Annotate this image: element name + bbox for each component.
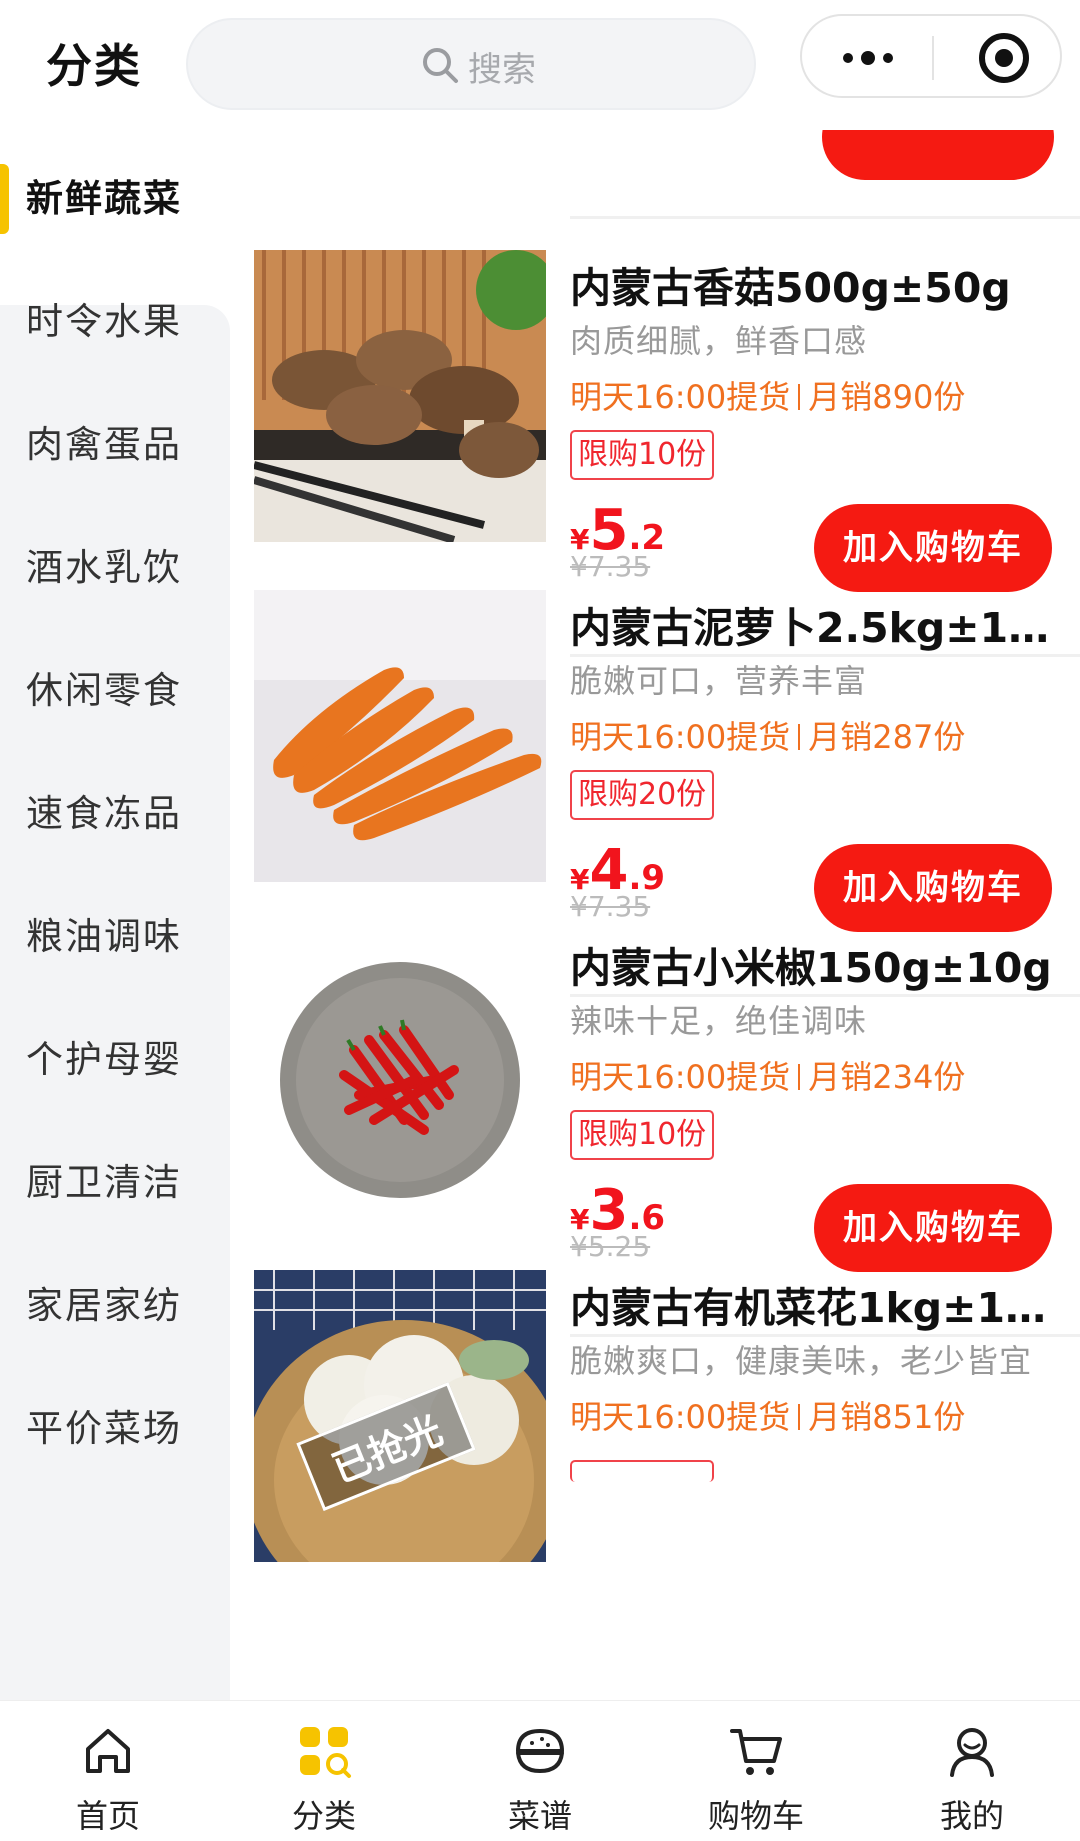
- cart-icon: [730, 1729, 782, 1775]
- meta-divider: [798, 384, 801, 410]
- product-description: 脆嫩可口，营养丰富: [570, 662, 868, 700]
- search-input[interactable]: 搜索: [186, 18, 756, 110]
- sidebar-item-label: 粮油调味: [26, 915, 182, 958]
- tab-home[interactable]: 首页: [0, 1701, 216, 1841]
- previous-add-to-cart-button[interactable]: [822, 130, 1054, 180]
- add-to-cart-button[interactable]: 加入购物车: [814, 1184, 1052, 1272]
- sidebar-item-fresh-vegetables[interactable]: 新鲜蔬菜: [0, 130, 230, 260]
- original-price: ¥5.25: [570, 1230, 651, 1263]
- category-icon: [300, 1727, 351, 1778]
- product-description: 脆嫩爽口，健康美味，老少皆宜: [570, 1342, 1033, 1380]
- product-pickup-sales: 明天16:00提货 月销890份: [570, 372, 965, 418]
- close-target-icon[interactable]: [974, 28, 1034, 88]
- monthly-sales: 月销234份: [808, 1058, 966, 1096]
- product-name[interactable]: 内蒙古香菇500g±50g: [570, 254, 1070, 314]
- sidebar-item-label: 家居家纺: [26, 1284, 182, 1327]
- meta-divider: [798, 724, 801, 750]
- tab-label: 我的: [939, 1797, 1004, 1835]
- sidebar-item-cleaning[interactable]: 厨卫清洁: [0, 1114, 230, 1244]
- product-description: 辣味十足，绝佳调味: [570, 1002, 868, 1040]
- more-icon[interactable]: [838, 44, 898, 72]
- sidebar-item-seasonal-fruit[interactable]: 时令水果: [0, 253, 230, 383]
- tab-cart[interactable]: 购物车: [648, 1701, 864, 1841]
- header-bar: 分类 搜索: [0, 0, 1080, 130]
- monthly-sales: 月销851份: [808, 1398, 966, 1436]
- product-list[interactable]: 内蒙古香菇500g±50g 肉质细腻，鲜香口感 明天16:00提货 月销890份 …: [230, 130, 1080, 1700]
- chili-illustration: [254, 930, 546, 1222]
- carrot-illustration: [254, 590, 546, 882]
- product-image-carrots[interactable]: [254, 590, 546, 882]
- sidebar-item-label: 时令水果: [26, 300, 182, 343]
- purchase-limit-badge: 限购10份: [570, 430, 715, 480]
- sidebar-item-grain-oil[interactable]: 粮油调味: [0, 868, 230, 998]
- sidebar-item-label: 平价菜场: [26, 1407, 182, 1450]
- add-to-cart-button[interactable]: 加入购物车: [814, 844, 1052, 932]
- tab-category[interactable]: 分类: [216, 1701, 432, 1841]
- user-icon: [950, 1728, 994, 1777]
- sidebar-item-meat-eggs[interactable]: 肉禽蛋品: [0, 376, 230, 506]
- purchase-limit-badge-cutoff: [570, 1460, 714, 1482]
- recipe-bowl-icon: [516, 1729, 564, 1773]
- product-name[interactable]: 内蒙古小米椒150g±10g: [570, 934, 1070, 994]
- home-icon: [86, 1729, 130, 1773]
- sidebar-item-budget-market[interactable]: 平价菜场: [0, 1360, 230, 1490]
- product-pickup-sales: 明天16:00提货 月销287份: [570, 712, 965, 758]
- product-card[interactable]: 内蒙古小米椒150g±10g 辣味十足，绝佳调味 明天16:00提货 月销234份…: [230, 930, 1080, 1272]
- product-card[interactable]: 内蒙古香菇500g±50g 肉质细腻，鲜香口感 明天16:00提货 月销890份 …: [230, 250, 1080, 592]
- meta-divider: [798, 1064, 801, 1090]
- sidebar-item-label: 厨卫清洁: [26, 1161, 182, 1204]
- product-image-cauliflower[interactable]: 已抢光: [254, 1270, 546, 1562]
- product-pickup-sales: 明天16:00提货 月销851份: [570, 1392, 965, 1438]
- pickup-time: 明天16:00提货: [570, 1398, 791, 1436]
- pickup-time: 明天16:00提货: [570, 1058, 791, 1096]
- original-price: ¥7.35: [570, 550, 651, 583]
- page-title: 分类: [46, 39, 142, 93]
- product-pickup-sales: 明天16:00提货 月销234份: [570, 1052, 965, 1098]
- pickup-time: 明天16:00提货: [570, 378, 791, 416]
- tab-label: 购物车: [707, 1797, 804, 1835]
- purchase-limit-badge: 限购10份: [570, 1110, 715, 1160]
- original-price: ¥7.35: [570, 890, 651, 923]
- sidebar-item-drinks[interactable]: 酒水乳饮: [0, 499, 230, 629]
- category-sidebar: 新鲜蔬菜 时令水果 肉禽蛋品 酒水乳饮 休闲零食 速食冻品 粮油调味 个护母婴 …: [0, 130, 230, 1700]
- sidebar-item-frozen[interactable]: 速食冻品: [0, 745, 230, 875]
- sidebar-item-label: 新鲜蔬菜: [26, 177, 182, 220]
- monthly-sales: 月销890份: [808, 378, 966, 416]
- tab-recipes[interactable]: 菜谱: [432, 1701, 648, 1841]
- tab-label: 分类: [291, 1797, 356, 1835]
- tab-profile[interactable]: 我的: [864, 1701, 1080, 1841]
- tab-label: 菜谱: [507, 1797, 572, 1835]
- mini-program-capsule: [800, 14, 1062, 98]
- pickup-time: 明天16:00提货: [570, 718, 791, 756]
- sidebar-item-label: 肉禽蛋品: [26, 423, 182, 466]
- product-card[interactable]: 内蒙古泥萝卜2.5kg±10... 脆嫩可口，营养丰富 明天16:00提货 月销2…: [230, 590, 1080, 932]
- product-name[interactable]: 内蒙古有机菜花1kg±10...: [570, 1274, 1070, 1334]
- bottom-tab-bar: 首页 分类 菜谱 购物车 我的: [0, 1700, 1080, 1841]
- product-card[interactable]: 已抢光 内蒙古有机菜花1kg±10... 脆嫩爽口，健康美味，老少皆宜 明天16…: [230, 1270, 1080, 1570]
- search-placeholder: 搜索: [468, 50, 536, 90]
- sidebar-item-label: 速食冻品: [26, 792, 182, 835]
- capsule-divider: [932, 36, 934, 80]
- sidebar-item-snacks[interactable]: 休闲零食: [0, 622, 230, 752]
- product-image-mushrooms[interactable]: [254, 250, 546, 542]
- sidebar-item-home-textiles[interactable]: 家居家纺: [0, 1237, 230, 1367]
- tab-label: 首页: [75, 1797, 140, 1835]
- sidebar-item-label: 休闲零食: [26, 669, 182, 712]
- product-image-chili-peppers[interactable]: [254, 930, 546, 1222]
- monthly-sales: 月销287份: [808, 718, 966, 756]
- item-divider: [570, 216, 1080, 219]
- add-to-cart-button[interactable]: 加入购物车: [814, 504, 1052, 592]
- product-description: 肉质细腻，鲜香口感: [570, 322, 868, 360]
- sidebar-item-label: 酒水乳饮: [26, 546, 182, 589]
- mushroom-illustration: [254, 250, 546, 542]
- sidebar-item-personal-care[interactable]: 个护母婴: [0, 991, 230, 1121]
- search-icon: [423, 48, 458, 83]
- sidebar-item-label: 个护母婴: [26, 1038, 182, 1081]
- product-name[interactable]: 内蒙古泥萝卜2.5kg±10...: [570, 594, 1070, 654]
- meta-divider: [798, 1404, 801, 1430]
- purchase-limit-badge: 限购20份: [570, 770, 715, 820]
